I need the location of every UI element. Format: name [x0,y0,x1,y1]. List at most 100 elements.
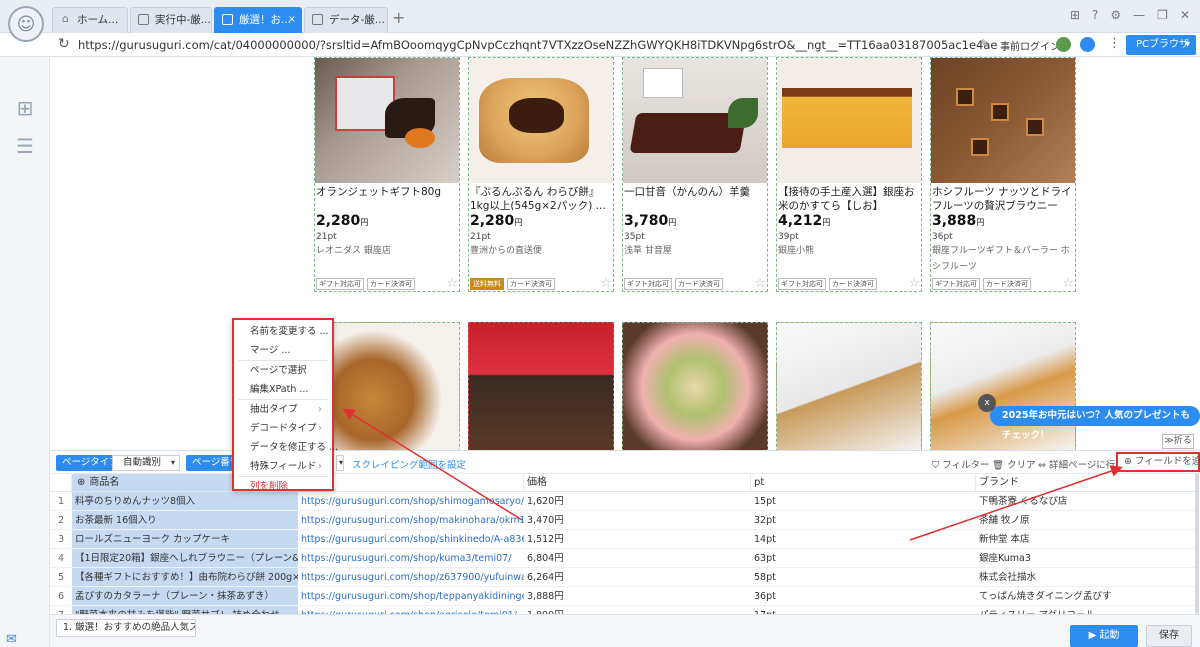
cell-url[interactable]: https://gurusuguri.com/shop/z637900/yufu… [298,568,524,586]
task-tab[interactable]: 1. 厳選！おすすめの絶品人気スイ... [56,619,196,637]
favorite-star-icon[interactable]: ☆ [446,277,458,290]
table-row[interactable]: 3 ロールズニューヨーク カップケーキ https://gurusuguri.c… [50,530,1196,549]
cell-price[interactable]: 1,512円 [524,530,751,548]
page-number-select[interactable]: ▾ [336,455,344,471]
help-icon[interactable]: ? [1092,8,1098,22]
column-header-brand[interactable]: ブランド [976,474,1196,491]
menu-item-extract-type[interactable]: 抽出タイプ › [234,400,332,419]
promo-bubble[interactable]: 2025年お中元はいつ？人気のプレゼントもチェック！ [990,406,1200,441]
column-header-pt[interactable]: pt [751,474,976,491]
cell-price[interactable]: 3,888円 [524,587,751,605]
cell-product-name[interactable]: 孟びすのカタラーナ（プレーン・抹茶あずき） [72,587,298,605]
cell-url[interactable]: https://gurusuguri.com/shop/makinohara/o… [298,511,524,529]
cell-brand[interactable]: 下鴨茶寮 くるなび店 [976,492,1196,510]
gear-icon[interactable]: ⚙ [1110,8,1121,22]
add-tab-icon[interactable]: + [392,8,405,27]
product-card[interactable]: オランジェットギフト80g 2,280円 21pt レオニダス 銀座店 ギフト対… [314,57,460,292]
browser-mode-select[interactable]: PCブラウザ ▾ [1126,35,1196,55]
table-scrollbar[interactable] [1195,474,1199,614]
menu-item-rename[interactable]: 名前を変更する ... [234,322,332,341]
cell-price[interactable]: 3,470円 [524,511,751,529]
mail-icon[interactable]: ✉ [6,632,17,647]
product-card[interactable]: ホシフルーツ ナッツとドライフルーツの贅沢ブラウニー 20個 ... 3,888… [930,57,1076,292]
scrape-range-link[interactable]: スクレイピング範囲を設定 [352,457,466,471]
table-row[interactable]: 1 料亭のちりめんナッツ8個入 https://gurusuguri.com/s… [50,492,1196,511]
menu-item-modify-data[interactable]: データを修正する ... [234,438,338,457]
extension-icon[interactable] [1056,37,1071,52]
menu-item-merge[interactable]: マージ ... [234,341,332,360]
promo-close-button[interactable]: x [978,394,996,412]
cell-product-name[interactable]: ロールズニューヨーク カップケーキ [72,530,298,548]
run-button[interactable]: ▶ 起動 [1070,625,1138,647]
filter-button[interactable]: ⛉ フィルター [932,457,989,471]
layers-icon[interactable]: ☰ [14,135,36,157]
table-row[interactable]: 4 【1日限定20箱】銀座へしれブラウニー（プレーン&抹茶）1... https… [50,549,1196,568]
cell-pt[interactable]: 14pt [751,530,976,548]
cell-product-name[interactable]: 【1日限定20箱】銀座へしれブラウニー（プレーン&抹茶）1... [72,549,298,567]
product-card[interactable]: 一口甘音（かんのん）羊羹 3,780円 35pt 浅草 甘音屋 ギフト対応可 カ… [622,57,768,292]
clear-button[interactable]: 🗑 クリア [992,457,1036,471]
cell-pt[interactable]: 58pt [751,568,976,586]
reload-icon[interactable]: ↻ [58,36,70,52]
favorite-star-icon[interactable]: ☆ [754,277,766,290]
menu-item-edit-xpath[interactable]: 編集XPath ... [234,380,332,399]
new-task-icon[interactable]: ⊞ [14,97,36,119]
table-row[interactable]: 2 お茶最新 16個入り https://gurusuguri.com/shop… [50,511,1196,530]
cell-pt[interactable]: 32pt [751,511,976,529]
close-window-icon[interactable]: ✕ [1180,8,1190,22]
menu-item-select-on-page[interactable]: ページで選択 [234,361,332,380]
cell-pt[interactable]: 15pt [751,492,976,510]
product-card[interactable]: 【接待の手土産入選】銀座お米のかすてら【しお】 4,212円 39pt 銀座小熊… [776,57,922,292]
product-card[interactable] [776,322,922,450]
product-card[interactable] [468,322,614,450]
cell-brand[interactable]: 株式会社描水 [976,568,1196,586]
cell-price[interactable]: 1,620円 [524,492,751,510]
cell-brand[interactable]: 銀座Kuma3 [976,549,1196,567]
fold-button[interactable]: ≫折る [1162,434,1194,449]
product-name[interactable]: 【接待の手土産入選】銀座お米のかすてら【しお】 [777,183,921,213]
column-header-price[interactable]: 価格 [524,474,751,491]
restore-icon[interactable]: ❐ [1157,8,1168,22]
tab-running[interactable]: 実行中-厳... [130,7,212,33]
url-input[interactable]: https://gurusuguri.com/cat/04000000000/?… [78,35,998,55]
tab-home[interactable]: ⌂ ホーム... [52,7,128,33]
gift-icon[interactable]: ⊞ [1070,8,1080,22]
product-card[interactable] [622,322,768,450]
cell-brand[interactable]: 茶舗 牧ノ原 [976,511,1196,529]
cell-url[interactable]: https://gurusuguri.com/shop/shinkinedo/A… [298,530,524,548]
cell-pt[interactable]: 36pt [751,587,976,605]
cell-product-name[interactable]: 【各種ギフトにおすすめ！】由布院わらび餅 200g×4個 詰め... [72,568,298,586]
menu-item-decode-type[interactable]: デコードタイプ › [234,419,332,438]
page-type-select[interactable]: 自動識別 ▾ [112,455,180,471]
save-button[interactable]: 保存 [1146,625,1192,647]
cell-price[interactable]: 6,804円 [524,549,751,567]
favorite-star-icon[interactable]: ☆ [600,277,612,290]
favorite-star-icon[interactable]: ☆ [1062,277,1074,290]
cell-url[interactable]: https://gurusuguri.com/shop/kuma3/temi07… [298,549,524,567]
favorite-star-icon[interactable]: ☆ [908,277,920,290]
cell-brand[interactable]: てっぱん焼きダイニング孟びす [976,587,1196,605]
tab-data[interactable]: データ-厳... [304,7,388,33]
cell-pt[interactable]: 63pt [751,549,976,567]
menu-item-special-field[interactable]: 特殊フィールド › [234,457,332,476]
cell-url[interactable]: https://gurusuguri.com/shop/teppanyakidi… [298,587,524,605]
close-icon[interactable]: × [288,8,296,32]
table-row[interactable]: 6 孟びすのカタラーナ（プレーン・抹茶あずき） https://gurusugu… [50,587,1196,606]
edit-icon[interactable]: ✎ [980,37,990,51]
cell-brand[interactable]: 新仲堂 本店 [976,530,1196,548]
cell-price[interactable]: 6,264円 [524,568,751,586]
table-row[interactable]: 5 【各種ギフトにおすすめ！】由布院わらび餅 200g×4個 詰め... htt… [50,568,1196,587]
product-name[interactable]: 一口甘音（かんのん）羊羹 [623,183,767,213]
menu-item-delete-column[interactable]: 列を削除 [234,477,332,496]
product-card[interactable]: 『ぷるんぷるん わらび餅』1kg以上(545g×2パック) ... 2,280円… [468,57,614,292]
cell-product-name[interactable]: お茶最新 16個入り [72,511,298,529]
product-name[interactable]: 『ぷるんぷるん わらび餅』1kg以上(545g×2パック) ... [469,183,613,213]
accessibility-icon[interactable] [1080,37,1095,52]
detail-page-button[interactable]: ⇔ 詳細ページに行 [1038,457,1115,471]
product-name[interactable]: ホシフルーツ ナッツとドライフルーツの贅沢ブラウニー 20個 ... [931,183,1075,213]
add-field-button[interactable]: ⊕ フィールドを追加 [1116,452,1200,472]
minimize-icon[interactable]: — [1133,8,1145,22]
tab-gurusuguri[interactable]: 厳選！お... × [214,7,302,33]
product-card[interactable] [314,322,460,450]
more-menu-icon[interactable]: ⋮ [1108,36,1121,51]
